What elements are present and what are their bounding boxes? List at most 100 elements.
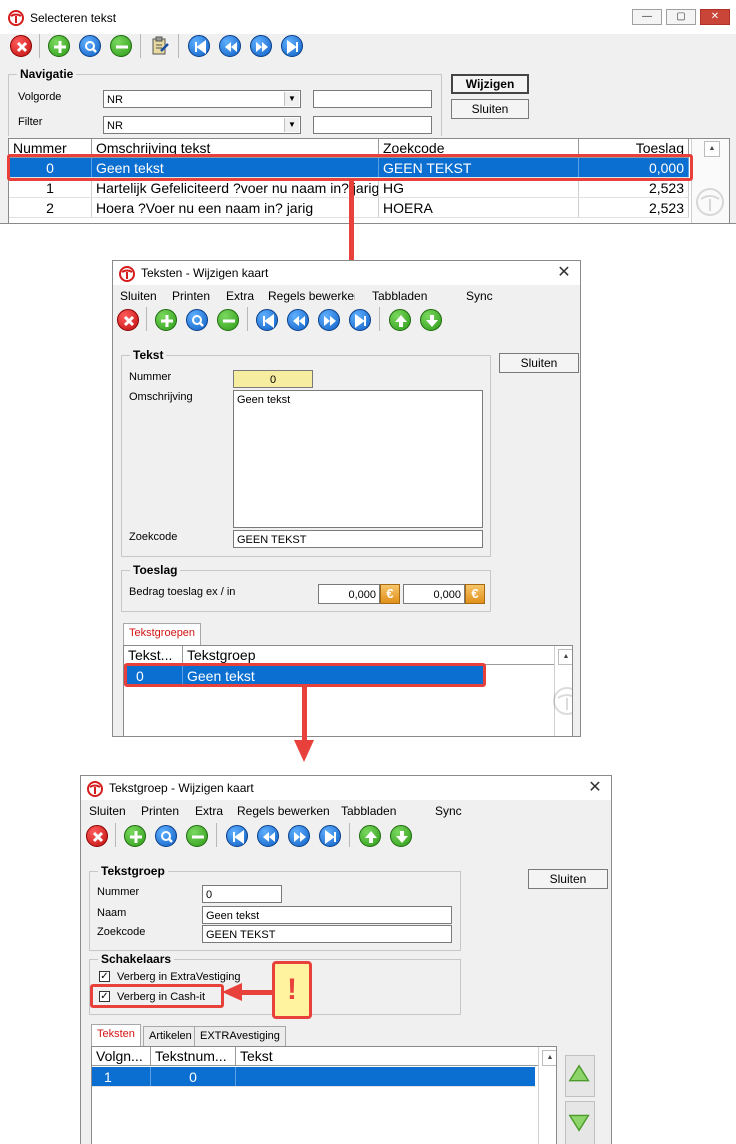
- chevron-down-icon[interactable]: ▼: [284, 92, 299, 106]
- toeslag-ex-field[interactable]: 0,000: [318, 584, 380, 604]
- chevron-down-icon[interactable]: ▼: [284, 118, 299, 132]
- next-record-icon[interactable]: [288, 825, 310, 847]
- verberg-extravestiging-checkbox[interactable]: ✓: [99, 971, 110, 982]
- clipboard-edit-icon[interactable]: [149, 35, 171, 57]
- previous-record-icon[interactable]: [219, 35, 241, 57]
- warning-exclamation-icon: !: [272, 961, 312, 1019]
- search-icon[interactable]: [79, 35, 101, 57]
- delete-icon[interactable]: [117, 309, 139, 331]
- first-record-icon[interactable]: [226, 825, 248, 847]
- sluiten-button[interactable]: Sluiten: [499, 353, 579, 373]
- wijzigen-button[interactable]: Wijzigen: [451, 74, 529, 94]
- nummer-field[interactable]: 0: [233, 370, 313, 388]
- table-row[interactable]: 1 0: [92, 1067, 535, 1087]
- menu-printen[interactable]: Printen: [141, 804, 179, 818]
- sluiten-button[interactable]: Sluiten: [528, 869, 608, 889]
- search-icon[interactable]: [186, 309, 208, 331]
- first-record-icon[interactable]: [256, 309, 278, 331]
- window-title: Tekstgroep - Wijzigen kaart: [109, 781, 254, 795]
- toeslag-in-field[interactable]: 0,000: [403, 584, 465, 604]
- scroll-up-icon[interactable]: ▲: [542, 1050, 556, 1066]
- menu-extra[interactable]: Extra: [226, 289, 254, 303]
- cell-nummer: 2: [9, 198, 92, 217]
- tab-extravestiging[interactable]: EXTRAvestiging: [194, 1026, 286, 1046]
- add-icon[interactable]: [155, 309, 177, 331]
- zoekcode-field[interactable]: GEEN TEKST: [233, 530, 483, 548]
- tab-artikelen[interactable]: Artikelen: [143, 1026, 198, 1046]
- filter-search-input[interactable]: [313, 116, 432, 134]
- vertical-scrollbar[interactable]: ▲: [538, 1047, 556, 1144]
- add-icon[interactable]: [48, 35, 70, 57]
- menu-regels-bewerken[interactable]: Regels bewerken: [237, 804, 330, 818]
- previous-record-icon[interactable]: [287, 309, 309, 331]
- maximize-button[interactable]: ▢: [666, 9, 696, 25]
- column-header-tekst[interactable]: Tekst: [236, 1047, 538, 1065]
- euro-icon[interactable]: €: [380, 584, 400, 604]
- annotation-arrow-shaft: [240, 990, 274, 995]
- move-down-button[interactable]: [565, 1101, 595, 1144]
- next-record-icon[interactable]: [250, 35, 272, 57]
- menu-sluiten[interactable]: Sluiten: [89, 804, 126, 818]
- menu-regels-bewerken[interactable]: Regels bewerken: [268, 289, 355, 303]
- sluiten-button[interactable]: Sluiten: [451, 99, 529, 119]
- euro-icon[interactable]: €: [465, 584, 485, 604]
- arrow-up-icon[interactable]: [359, 825, 381, 847]
- last-record-icon[interactable]: [319, 825, 341, 847]
- naam-field[interactable]: Geen tekst: [202, 906, 452, 924]
- menu-sync[interactable]: Sync: [466, 289, 493, 303]
- toolbar-separator: [349, 823, 350, 847]
- arrow-down-icon[interactable]: [420, 309, 442, 331]
- last-record-icon[interactable]: [349, 309, 371, 331]
- move-up-button[interactable]: [565, 1055, 595, 1097]
- last-record-icon[interactable]: [281, 35, 303, 57]
- close-icon[interactable]: ✕: [554, 263, 574, 283]
- menu-extra[interactable]: Extra: [195, 804, 223, 818]
- delete-icon[interactable]: [86, 825, 108, 847]
- menu-tabbladen[interactable]: Tabbladen: [372, 289, 427, 303]
- close-button[interactable]: ✕: [700, 9, 730, 25]
- nummer-field[interactable]: 0: [202, 885, 282, 903]
- volgorde-select[interactable]: NR ▼: [103, 90, 301, 108]
- delete-icon[interactable]: [10, 35, 32, 57]
- remove-icon[interactable]: [186, 825, 208, 847]
- column-header-tekstnummer[interactable]: Tekstnum...: [151, 1047, 236, 1065]
- zoekcode-label: Zoekcode: [129, 531, 178, 543]
- column-header-tekst[interactable]: Tekst...: [124, 646, 183, 664]
- add-icon[interactable]: [124, 825, 146, 847]
- scroll-up-icon[interactable]: ▲: [704, 141, 720, 157]
- menu-tabbladen[interactable]: Tabbladen: [341, 804, 396, 818]
- menu-printen[interactable]: Printen: [172, 289, 210, 303]
- first-record-icon[interactable]: [188, 35, 210, 57]
- column-header-tekstgroep[interactable]: Tekstgroep: [183, 646, 483, 664]
- app-logo-icon: [87, 781, 103, 797]
- remove-icon[interactable]: [110, 35, 132, 57]
- arrow-up-icon[interactable]: [389, 309, 411, 331]
- toolbar: [81, 822, 611, 852]
- zoekcode-field[interactable]: GEEN TEKST: [202, 925, 452, 943]
- minimize-button[interactable]: —: [632, 9, 662, 25]
- cell-tekstnummer: 0: [151, 1067, 236, 1086]
- volgorde-search-input[interactable]: [313, 90, 432, 108]
- menu-sluiten[interactable]: Sluiten: [120, 289, 157, 303]
- column-header-volgnummer[interactable]: Volgn...: [92, 1047, 151, 1065]
- previous-record-icon[interactable]: [257, 825, 279, 847]
- next-record-icon[interactable]: [318, 309, 340, 331]
- zoekcode-label: Zoekcode: [97, 926, 146, 938]
- remove-icon[interactable]: [217, 309, 239, 331]
- window-title: Teksten - Wijzigen kaart: [141, 266, 269, 280]
- omschrijving-textarea[interactable]: Geen tekst: [233, 390, 483, 528]
- omschrijving-label: Omschrijving: [129, 391, 193, 403]
- tab-teksten[interactable]: Teksten: [91, 1024, 141, 1046]
- scroll-up-icon[interactable]: ▲: [558, 649, 572, 665]
- filter-select[interactable]: NR ▼: [103, 116, 301, 134]
- nummer-label: Nummer: [129, 371, 172, 383]
- arrow-down-icon[interactable]: [390, 825, 412, 847]
- window-title: Selecteren tekst: [30, 11, 117, 25]
- tekst-title: Tekst: [130, 348, 167, 362]
- close-icon[interactable]: ✕: [585, 778, 605, 798]
- search-icon[interactable]: [155, 825, 177, 847]
- grid-header: Volgn... Tekstnum... Tekst: [92, 1047, 538, 1066]
- menu-sync[interactable]: Sync: [435, 804, 462, 818]
- tab-tekstgroepen[interactable]: Tekstgroepen: [123, 623, 202, 645]
- teksten-grid: Nummer Omschrijving tekst Zoekcode Toesl…: [8, 138, 730, 223]
